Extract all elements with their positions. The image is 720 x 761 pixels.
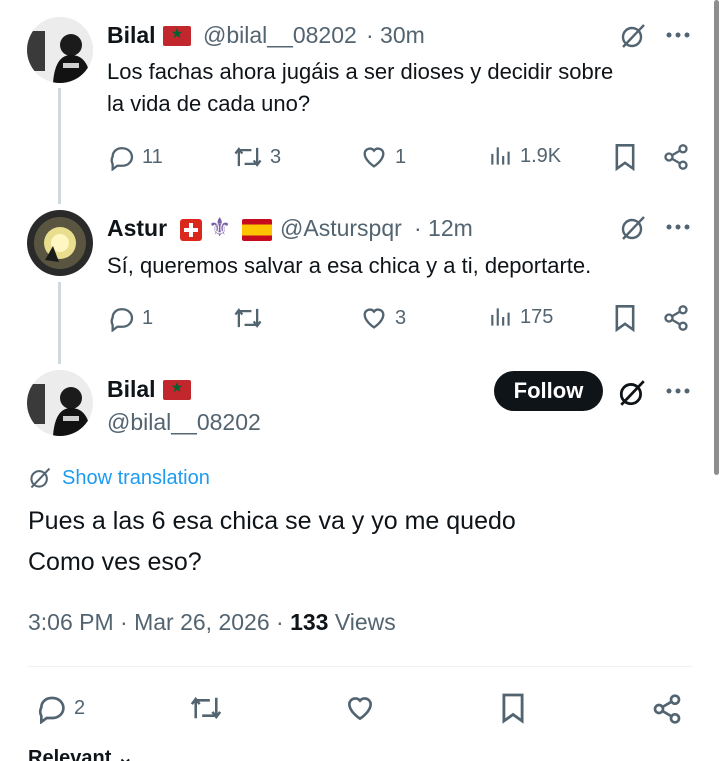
reply-button[interactable]: 2 <box>36 692 85 724</box>
avatar[interactable] <box>27 17 93 83</box>
morocco-flag-icon <box>163 379 191 400</box>
sort-label: Relevant <box>28 747 112 761</box>
reply-button[interactable]: 1 <box>108 304 153 332</box>
author-name[interactable]: Astur <box>107 215 167 242</box>
reply-count: 11 <box>142 145 163 168</box>
reply-count: 2 <box>74 696 86 719</box>
share-icon[interactable] <box>650 692 684 726</box>
divider <box>28 666 692 667</box>
author-handle[interactable]: @bilal__08202 <box>107 409 261 436</box>
author-name[interactable]: Bilal <box>107 22 156 49</box>
author-name[interactable]: Bilal <box>107 376 156 403</box>
show-translation-link[interactable]: Show translation <box>28 466 210 490</box>
like-button[interactable]: 1 <box>359 143 406 171</box>
repost-count: 3 <box>270 145 282 168</box>
bookmark-icon[interactable] <box>610 142 640 172</box>
morocco-flag-icon <box>163 25 191 46</box>
like-count: 3 <box>395 306 407 329</box>
more-options-icon[interactable] <box>663 376 693 406</box>
repost-button[interactable] <box>232 304 264 332</box>
tweet-text-line-2: la vida de cada uno? <box>107 91 311 116</box>
views-button[interactable]: 1.9K <box>488 143 561 169</box>
tweet-text: Sí, queremos salvar a esa chica y a ti, … <box>107 253 592 278</box>
reply-button[interactable]: 11 <box>108 143 163 171</box>
views-label: Views <box>328 609 396 635</box>
tweet-time[interactable]: · 30m <box>366 22 425 49</box>
views-button[interactable]: 175 <box>488 304 553 330</box>
grok-icon[interactable] <box>617 212 649 244</box>
author-handle[interactable]: @Asturspqr <box>280 215 402 242</box>
avatar[interactable] <box>27 370 93 436</box>
main-tweet-text-line-2: Como ves eso? <box>28 548 202 576</box>
author-handle[interactable]: @bilal__08202 <box>203 22 357 49</box>
chevron-down-icon: ⌄ <box>111 747 134 761</box>
views-count: 1.9K <box>520 144 562 167</box>
tweet-text-line-1: Los fachas ahora jugáis a ser dioses y d… <box>107 59 614 84</box>
more-options-icon[interactable] <box>663 212 693 242</box>
more-options-icon[interactable] <box>663 20 693 50</box>
thread-line-2 <box>58 282 61 364</box>
views-count: 175 <box>520 305 554 328</box>
tweet-timestamp[interactable]: 3:06 PM · Mar 26, 2026 · 133 Views <box>28 609 396 636</box>
fleur-de-lis-icon: ⚜ <box>208 212 232 242</box>
like-button[interactable] <box>343 692 377 724</box>
spain-flag-icon <box>242 219 272 241</box>
follow-button[interactable]: Follow <box>494 371 603 411</box>
reply-count: 1 <box>142 306 154 329</box>
share-icon[interactable] <box>661 303 691 333</box>
grok-icon[interactable] <box>615 376 649 410</box>
bookmark-icon[interactable] <box>610 303 640 333</box>
grok-icon[interactable] <box>617 20 649 52</box>
grok-icon <box>30 467 51 489</box>
thread-line-1 <box>58 88 61 204</box>
tweet-time[interactable]: · 12m <box>414 215 473 242</box>
like-count: 1 <box>395 145 407 168</box>
main-tweet-text: Pues a las 6 esa chica se va y yo me que… <box>28 501 516 583</box>
show-translation-label: Show translation <box>62 466 210 489</box>
repost-button[interactable]: 3 <box>232 143 281 171</box>
repost-button[interactable] <box>188 692 224 724</box>
like-button[interactable]: 3 <box>359 304 406 332</box>
share-icon[interactable] <box>661 142 691 172</box>
bookmark-icon[interactable] <box>497 692 529 724</box>
timestamp-text: 3:06 PM · Mar 26, 2026 · <box>28 609 291 635</box>
main-tweet-text-line-1: Pues a las 6 esa chica se va y yo me que… <box>28 507 516 535</box>
scrollbar[interactable] <box>714 0 719 475</box>
avatar[interactable] <box>27 210 93 276</box>
switzerland-flag-icon <box>180 219 202 241</box>
views-count: 133 <box>290 609 329 635</box>
sort-replies-dropdown[interactable]: Relevant ⌄ <box>28 745 134 761</box>
